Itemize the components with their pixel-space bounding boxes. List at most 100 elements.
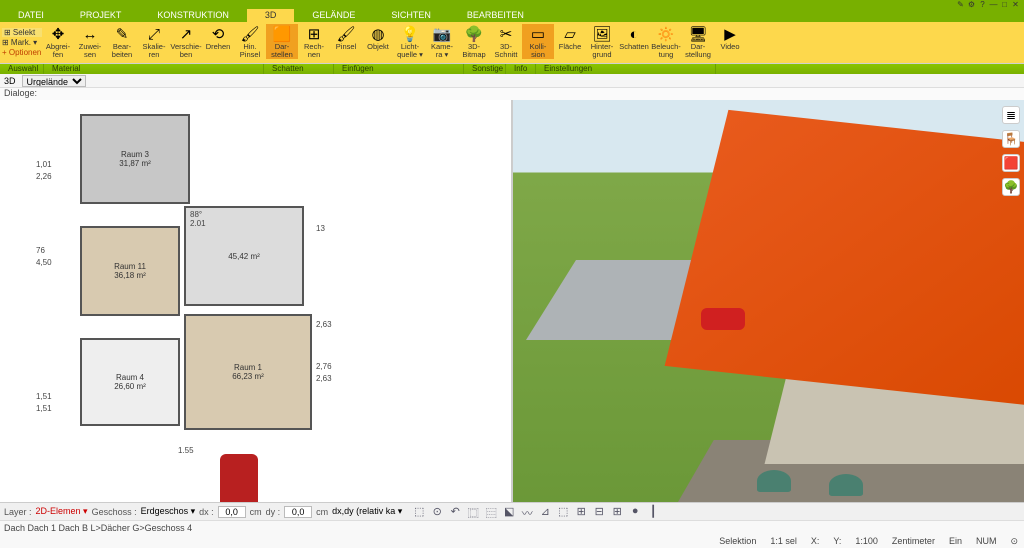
dy-input[interactable] — [284, 506, 312, 518]
close-icon[interactable]: ✕ — [1011, 0, 1020, 8]
ribbon-abgreifen[interactable]: ✥Abgrei- fen — [42, 24, 74, 59]
ribbon-icon: ◐ — [624, 25, 644, 43]
maximize-icon[interactable]: □ — [1000, 0, 1009, 8]
bottom-tool-icon[interactable]: ⿴ — [466, 505, 480, 519]
bottom-tool-icon[interactable]: ⿳ — [484, 505, 498, 519]
ribbon-objekt[interactable]: ◍Objekt — [362, 24, 394, 51]
tab-bearbeiten[interactable]: BEARBEITEN — [449, 9, 542, 22]
room[interactable]: Raum 166,23 m² — [184, 314, 312, 430]
dialoge-label: Dialoge: — [0, 88, 1024, 100]
ribbon-icon: ◍ — [368, 25, 388, 43]
car-2d — [220, 454, 258, 502]
help-icon[interactable]: ? — [978, 0, 987, 8]
view3d-tool-icon[interactable]: ≣ — [1002, 106, 1020, 124]
ribbon-label: Skalie- ren — [143, 43, 166, 59]
dimension: 2,76 — [316, 362, 332, 371]
ribbon-label: Video — [720, 43, 739, 51]
ribbon-rechnen[interactable]: ⊞Rech- nen — [298, 24, 330, 59]
room[interactable]: Raum 331,87 m² — [80, 114, 190, 204]
ribbon-zuweisen[interactable]: ↔Zuwei- sen — [74, 24, 106, 59]
roof-3d — [665, 110, 1024, 410]
ribbon-kamera[interactable]: 📷Kame- ra ▾ — [426, 24, 458, 59]
bottom-tool-icon[interactable]: ┃ — [646, 505, 660, 519]
ribbon-skalieren[interactable]: ⤢Skalie- ren — [138, 24, 170, 59]
room-area: 31,87 m² — [119, 159, 151, 168]
view3d-tools: ≣ 🪑 🟥 🌳 — [1002, 106, 1020, 196]
dy-label: dy : — [266, 507, 281, 517]
ribbon-bearbeiten[interactable]: ✎Bear- beiten — [106, 24, 138, 59]
ribbon-beleuchtung[interactable]: 🔅Beleuch- tung — [650, 24, 682, 59]
gear-icon[interactable]: ⚙ — [967, 0, 976, 8]
ribbon-kollision[interactable]: ▭Kolli- sion — [522, 24, 554, 59]
mark-button[interactable]: ⊞ Mark. ▾ — [2, 38, 42, 47]
tab-3d[interactable]: 3D — [247, 9, 295, 22]
context-dropdown[interactable]: Urgelände — [22, 75, 86, 87]
status-zent: Zentimeter — [892, 536, 935, 547]
bottom-tool-icon[interactable]: ↶ — [448, 505, 462, 519]
ribbon-drehen[interactable]: ⟲Drehen — [202, 24, 234, 51]
ribbon-video[interactable]: ▶Video — [714, 24, 746, 51]
bottom-tool-icon[interactable]: ⬕ — [502, 505, 516, 519]
ribbon-icon: 🟧 — [272, 25, 292, 43]
ribbon-label: Rech- nen — [304, 43, 324, 59]
ribbon-hintergrund[interactable]: 🖼Hinter- grund — [586, 24, 618, 59]
bottom-tool-icon[interactable]: ⬚ — [556, 505, 570, 519]
minimize-icon[interactable]: — — [989, 0, 998, 8]
bottom-tool-icon[interactable]: 〰 — [520, 505, 534, 519]
ribbon-icon: ⤢ — [144, 25, 164, 43]
ribbon-label: Zuwei- sen — [79, 43, 102, 59]
ribbon-icon: ↔ — [80, 25, 100, 43]
status-rec-icon[interactable]: ⊙ — [1010, 536, 1018, 547]
bottom-bar: Layer : 2D-Elemen ▾ Geschoss : Erdgescho… — [0, 502, 1024, 520]
ribbon-label: Hinter- grund — [591, 43, 614, 59]
view-2d[interactable]: Raum 166,23 m²Raum 426,60 m²45,42 m²Raum… — [0, 100, 513, 502]
view3d-tool-icon[interactable]: 🌳 — [1002, 178, 1020, 196]
status-breadcrumb: Dach Dach 1 Dach B L>Dächer G>Geschoss 4 — [0, 521, 1024, 535]
tab-projekt[interactable]: PROJEKT — [62, 9, 140, 22]
status-x: X: — [811, 536, 820, 547]
ribbon-label: Pinsel — [336, 43, 356, 51]
bottom-tool-icon[interactable]: ⊞ — [610, 505, 624, 519]
ribbon-hinpinsel[interactable]: 🖌Hin. Pinsel — [234, 24, 266, 59]
view-3d[interactable]: ≣ 🪑 🟥 🌳 — [513, 100, 1024, 502]
view3d-tool-icon[interactable]: 🪑 — [1002, 130, 1020, 148]
status-num: NUM — [976, 536, 997, 547]
tab-konstruktion[interactable]: KONSTRUKTION — [139, 9, 247, 22]
tab-gelände[interactable]: GELÄNDE — [294, 9, 373, 22]
coord-mode-select[interactable]: dx,dy (relativ ka ▾ — [332, 506, 402, 517]
ribbon-dbitmap[interactable]: 🌳3D- Bitmap — [458, 24, 490, 59]
optionen-button[interactable]: + Optionen — [2, 48, 42, 57]
pencil-icon[interactable]: ✎ — [956, 0, 965, 8]
ribbon-lichtquelle[interactable]: 💡Licht- quelle ▾ — [394, 24, 426, 59]
bottom-tool-icon[interactable]: ⊟ — [592, 505, 606, 519]
ribbon-verschieben[interactable]: ↗Verschie- ben — [170, 24, 202, 59]
ribbon-darstellen[interactable]: 🟧Dar- stellen — [266, 24, 298, 59]
bottom-tool-icon[interactable]: ⊙ — [430, 505, 444, 519]
ribbon-schatten[interactable]: ◐Schatten — [618, 24, 650, 51]
ribbon-pinsel[interactable]: 🖌Pinsel — [330, 24, 362, 51]
bottom-tool-icon[interactable]: ● — [628, 505, 642, 519]
room[interactable]: Raum 1136,18 m² — [80, 226, 180, 316]
ribbon-label: Drehen — [206, 43, 231, 51]
bottom-tool-icon[interactable]: ⬚ — [412, 505, 426, 519]
geschoss-select[interactable]: Erdgeschos ▾ — [141, 506, 196, 517]
ribbon-icon: ▱ — [560, 25, 580, 43]
view3d-tool-icon[interactable]: 🟥 — [1002, 154, 1020, 172]
group-schatten: Schatten — [264, 64, 334, 74]
dimension: 1.55 — [178, 446, 194, 455]
car-3d — [701, 308, 745, 330]
bottom-tool-icon[interactable]: ⊞ — [574, 505, 588, 519]
dx-input[interactable] — [218, 506, 246, 518]
layer-select[interactable]: 2D-Elemen ▾ — [36, 506, 88, 517]
tab-datei[interactable]: DATEI — [0, 9, 62, 22]
tab-sichten[interactable]: SICHTEN — [373, 9, 449, 22]
room[interactable]: Raum 426,60 m² — [80, 338, 180, 426]
ribbon-dschnitt[interactable]: ✂3D- Schnitt — [490, 24, 522, 59]
selekt-button[interactable]: ⊞ Selekt — [2, 28, 42, 37]
ribbon-darstellung[interactable]: 🖥Dar- stellung — [682, 24, 714, 59]
angle-label: 88°2.01 — [190, 210, 206, 228]
ribbon-flche[interactable]: ▱Fläche — [554, 24, 586, 51]
group-auswahl: Auswahl — [0, 64, 44, 74]
room-name: Raum 4 — [116, 373, 144, 382]
bottom-tool-icon[interactable]: ⊿ — [538, 505, 552, 519]
